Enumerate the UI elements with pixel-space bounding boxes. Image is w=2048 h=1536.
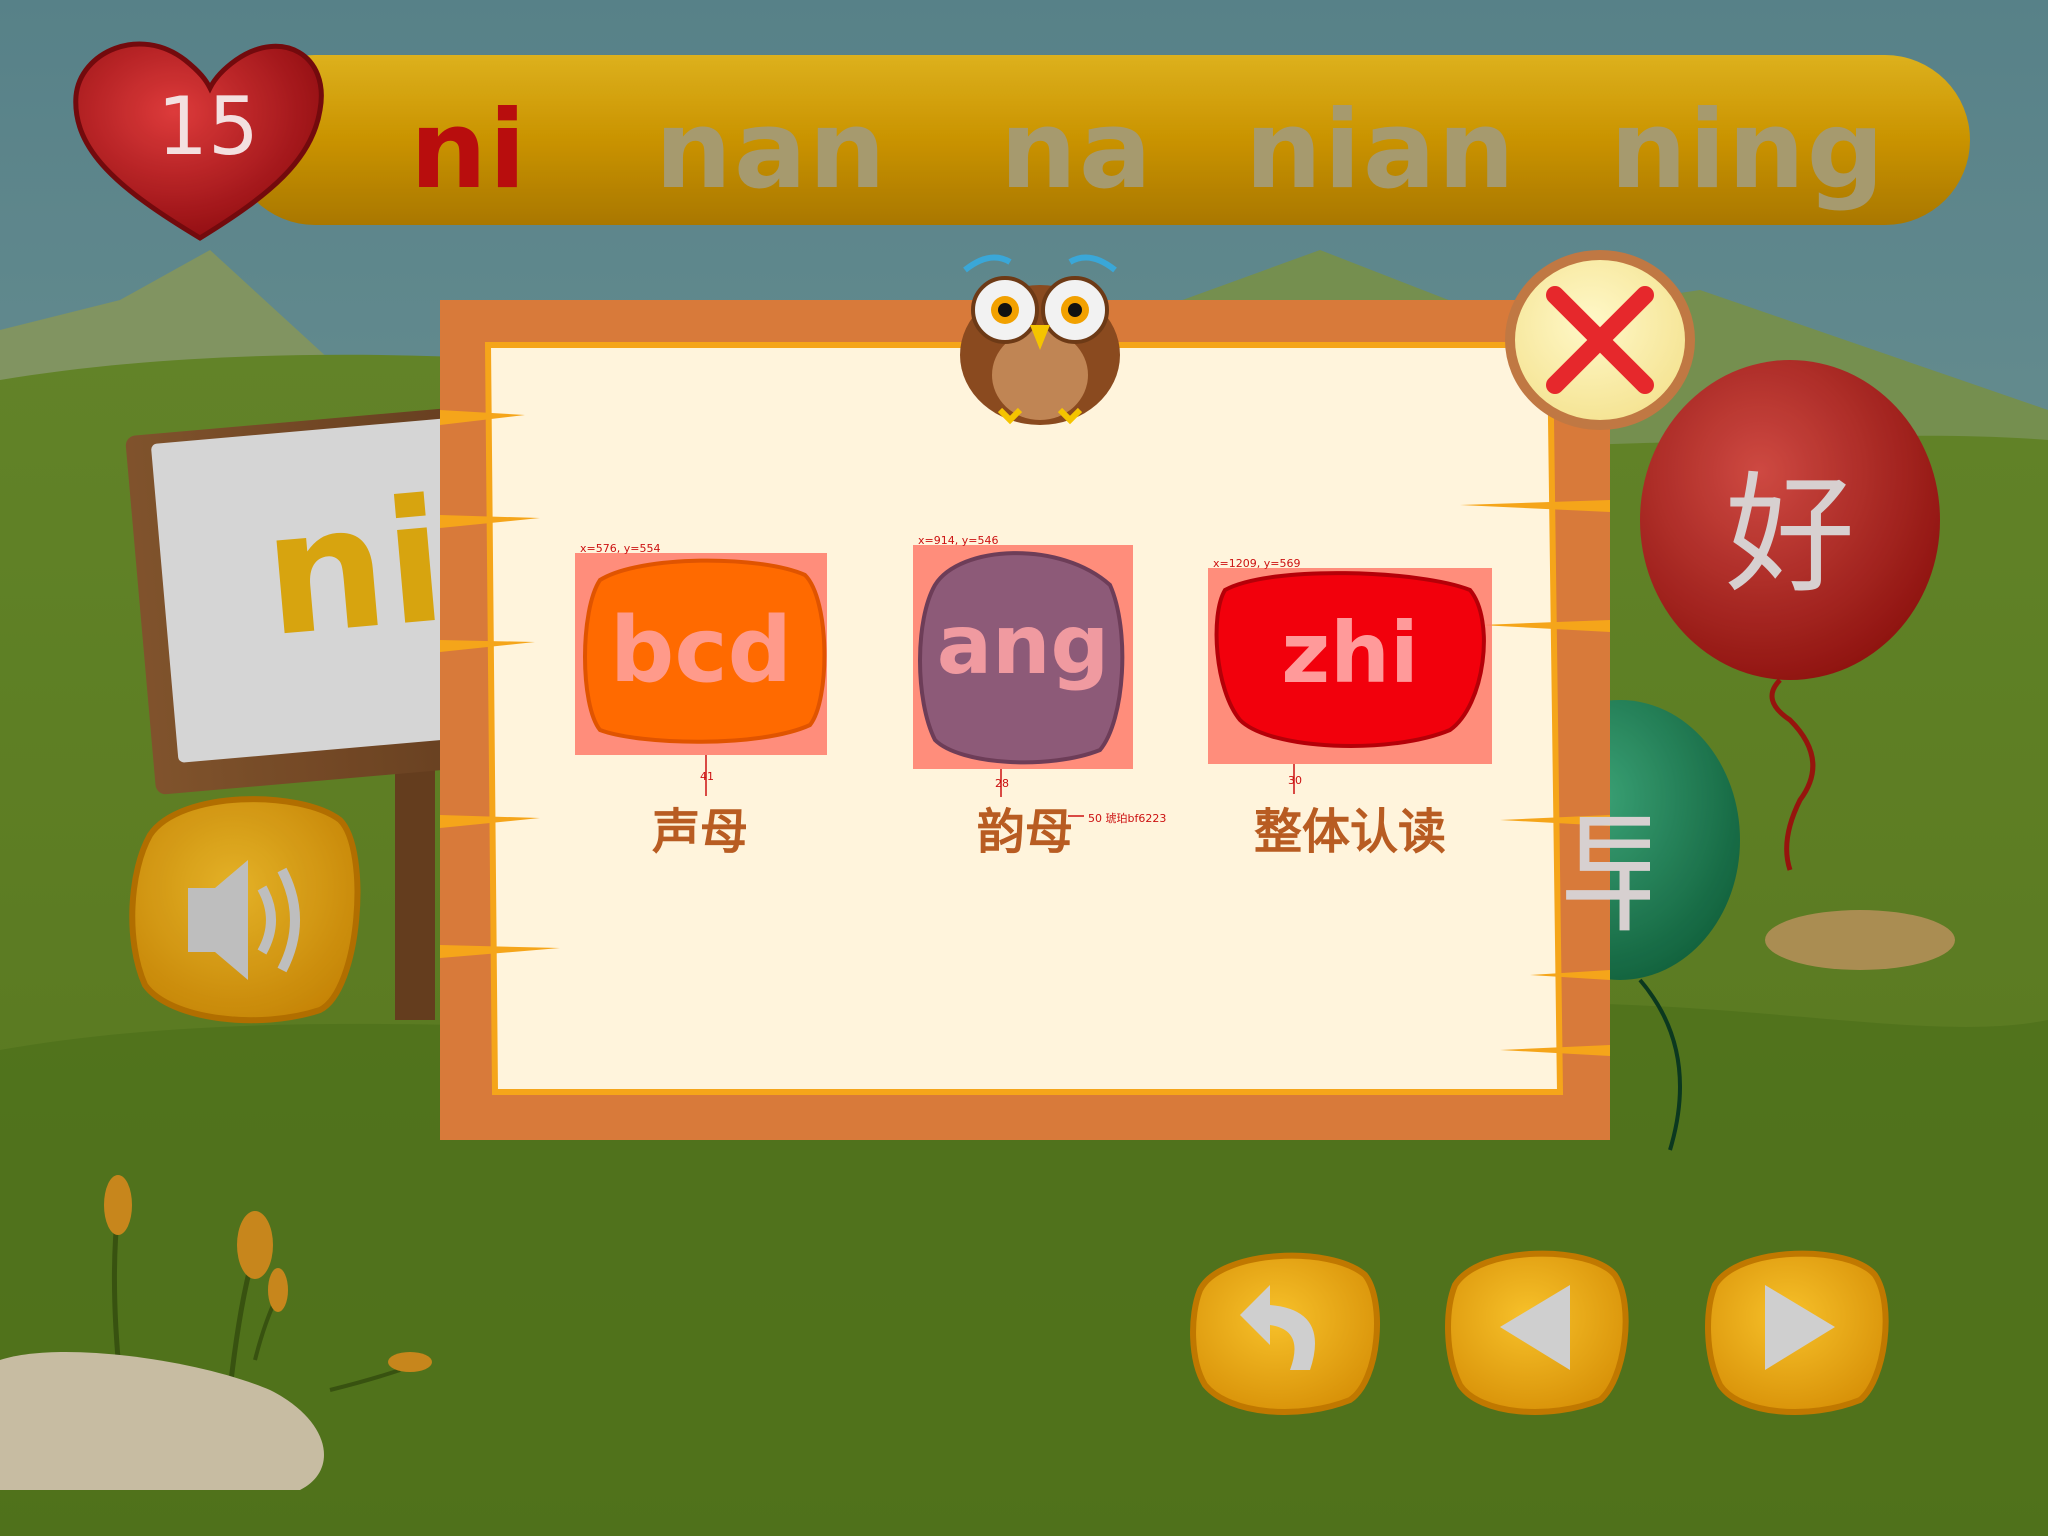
balloon-char-red[interactable]: 好 bbox=[1725, 430, 1855, 618]
gap-initials: 41 bbox=[700, 770, 714, 783]
close-button[interactable] bbox=[1510, 255, 1690, 425]
syllable-2[interactable]: nan bbox=[655, 88, 888, 213]
card-whole-button[interactable] bbox=[1208, 568, 1492, 764]
balloon-char-green[interactable]: 早 bbox=[1560, 770, 1650, 958]
back-button[interactable] bbox=[1190, 1245, 1380, 1420]
sound-button[interactable] bbox=[130, 795, 360, 1025]
card-finals-button[interactable] bbox=[913, 545, 1133, 769]
hearts-count: 15 bbox=[157, 80, 259, 173]
syllable-3[interactable]: na bbox=[1000, 88, 1154, 213]
card-whole-label: 整体认读 bbox=[1253, 804, 1446, 860]
syllable-4[interactable]: nian bbox=[1245, 88, 1517, 213]
syllable-5[interactable]: ning bbox=[1610, 88, 1886, 213]
previous-button[interactable] bbox=[1445, 1245, 1635, 1420]
card-initials-button[interactable] bbox=[575, 553, 827, 755]
gap-whole: 30 bbox=[1288, 774, 1302, 787]
card-finals-label: 韵母 bbox=[976, 804, 1073, 860]
card-initials-label: 声母 bbox=[651, 804, 748, 860]
syllable-1[interactable]: ni bbox=[410, 88, 528, 213]
gap-finals: 28 bbox=[995, 777, 1009, 790]
sign-word: ni bbox=[256, 462, 449, 676]
next-button[interactable] bbox=[1705, 1245, 1895, 1420]
label-note: 50 琥珀bf6223 bbox=[1088, 812, 1167, 825]
